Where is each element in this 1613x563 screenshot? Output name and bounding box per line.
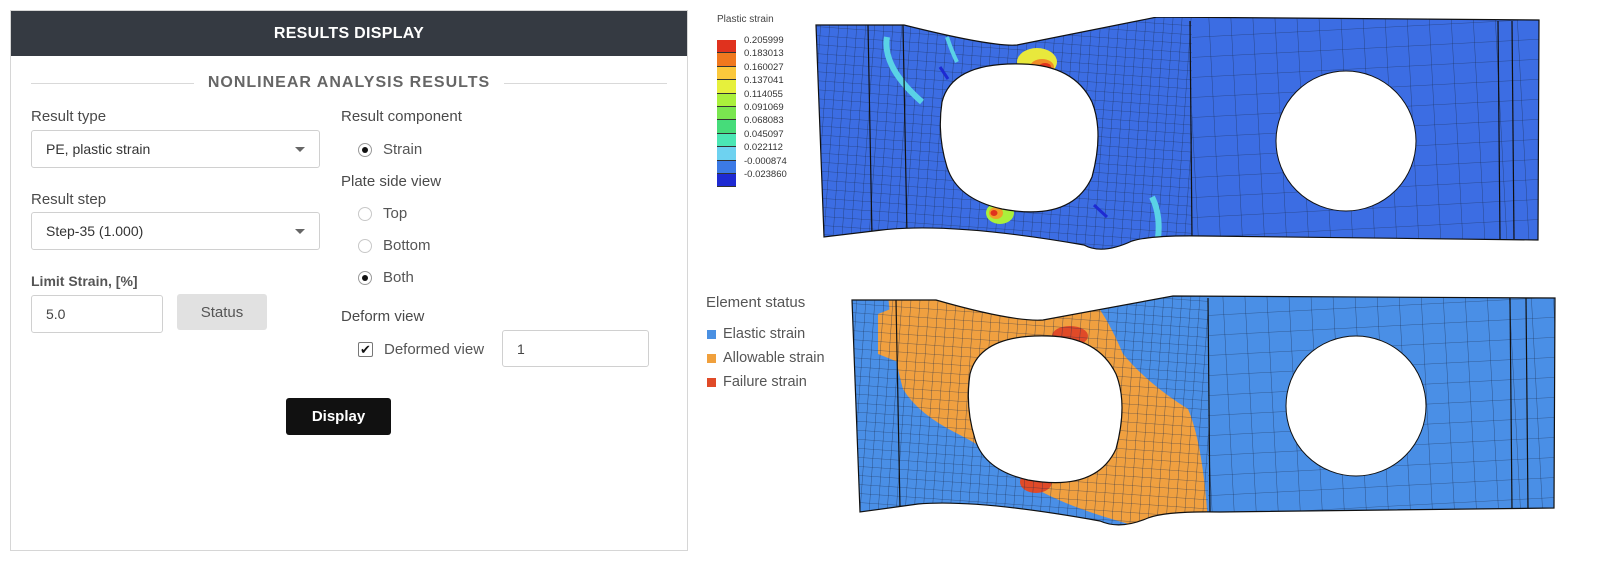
panel-header: RESULTS DISPLAY <box>11 11 687 56</box>
result-step-select[interactable]: Step-35 (1.000) <box>31 212 320 250</box>
colorbar-swatch <box>717 66 736 81</box>
limit-strain-input[interactable] <box>31 295 163 333</box>
status-allowable-label: Allowable strain <box>723 350 825 366</box>
results-display-panel: RESULTS DISPLAY NONLINEAR ANALYSIS RESUL… <box>10 10 688 551</box>
radio-top[interactable]: Top <box>358 205 407 222</box>
deformed-view-checkbox[interactable]: ✔ Deformed view <box>358 341 484 358</box>
chevron-down-icon <box>295 147 305 152</box>
elastic-swatch <box>707 329 716 339</box>
colorbar-label: 0.183013 <box>744 48 784 60</box>
colorbar-label: 0.045097 <box>744 128 784 140</box>
result-step-label: Result step <box>31 191 107 208</box>
result-type-select[interactable]: PE, plastic strain <box>31 130 320 168</box>
deform-view-label: Deform view <box>341 308 425 325</box>
status-button[interactable]: Status <box>177 294 267 330</box>
contour-colorbar <box>717 40 736 188</box>
status-elastic: Elastic strain <box>707 326 805 342</box>
checkbox[interactable]: ✔ <box>358 342 373 357</box>
colorbar-label: 0.160027 <box>744 61 784 73</box>
result-type-value: PE, plastic strain <box>46 141 151 157</box>
colorbar-swatch <box>717 147 736 161</box>
colorbar-swatch <box>717 120 736 134</box>
colorbar-swatch <box>717 40 736 54</box>
plate-side-view-label: Plate side view <box>341 173 442 190</box>
result-component-label: Result component <box>341 108 462 125</box>
radio-bottom[interactable]: Bottom <box>358 237 431 254</box>
colorbar-label: 0.114055 <box>744 88 783 100</box>
colorbar-swatch <box>717 93 736 107</box>
radio-both[interactable]: Both <box>358 269 414 286</box>
colorbar-swatch <box>717 173 736 188</box>
status-failure-label: Failure strain <box>723 374 807 390</box>
divider-left <box>31 82 194 84</box>
deformed-view-label: Deformed view <box>384 341 485 358</box>
radio-button[interactable] <box>358 238 372 253</box>
element-status-title: Element status <box>706 294 806 311</box>
chevron-down-icon <box>295 229 305 234</box>
deform-scale-input[interactable] <box>502 330 649 367</box>
display-button[interactable]: Display <box>286 398 391 435</box>
divider-right <box>504 82 668 84</box>
result-step-value: Step-35 (1.000) <box>46 223 144 239</box>
radio-button[interactable] <box>358 142 372 157</box>
section-title: NONLINEAR ANALYSIS RESULTS <box>31 74 668 92</box>
colorbar-label: -0.000874 <box>744 155 787 167</box>
colorbar-label: -0.023860 <box>744 168 787 180</box>
radio-top-label: Top <box>383 205 408 222</box>
colorbar-label: 0.205999 <box>744 35 784 46</box>
radio-both-label: Both <box>383 269 414 286</box>
section-title-text: NONLINEAR ANALYSIS RESULTS <box>207 74 491 91</box>
colorbar-swatch <box>717 133 736 148</box>
status-elastic-label: Elastic strain <box>723 326 806 342</box>
colorbar-label: 0.137041 <box>744 75 784 87</box>
contour-colorbar-labels: 0.205999 0.183013 0.160027 0.137041 0.114055… <box>744 34 787 181</box>
radio-button[interactable] <box>358 270 372 285</box>
colorbar-label: 0.022112 <box>744 142 783 154</box>
element-status-plot <box>851 295 1556 526</box>
colorbar-swatch <box>717 53 736 67</box>
radio-strain-label: Strain <box>383 141 423 158</box>
radio-strain[interactable]: Strain <box>358 141 422 158</box>
status-failure: Failure strain <box>707 374 807 390</box>
limit-strain-label: Limit Strain, [%] <box>31 273 138 289</box>
allowable-swatch <box>707 353 716 363</box>
status-allowable: Allowable strain <box>707 350 825 366</box>
colorbar-swatch <box>717 80 736 94</box>
colorbar-label: 0.091069 <box>744 101 784 113</box>
contour-legend-title: Plastic strain <box>717 14 774 25</box>
plastic-strain-contour-plot <box>815 17 1540 250</box>
colorbar-label: 0.068083 <box>744 115 784 127</box>
result-type-label: Result type <box>31 108 107 125</box>
radio-button[interactable] <box>358 206 372 221</box>
colorbar-swatch <box>717 106 736 121</box>
failure-swatch <box>707 377 716 387</box>
radio-bottom-label: Bottom <box>383 237 431 254</box>
colorbar-swatch <box>717 160 736 174</box>
